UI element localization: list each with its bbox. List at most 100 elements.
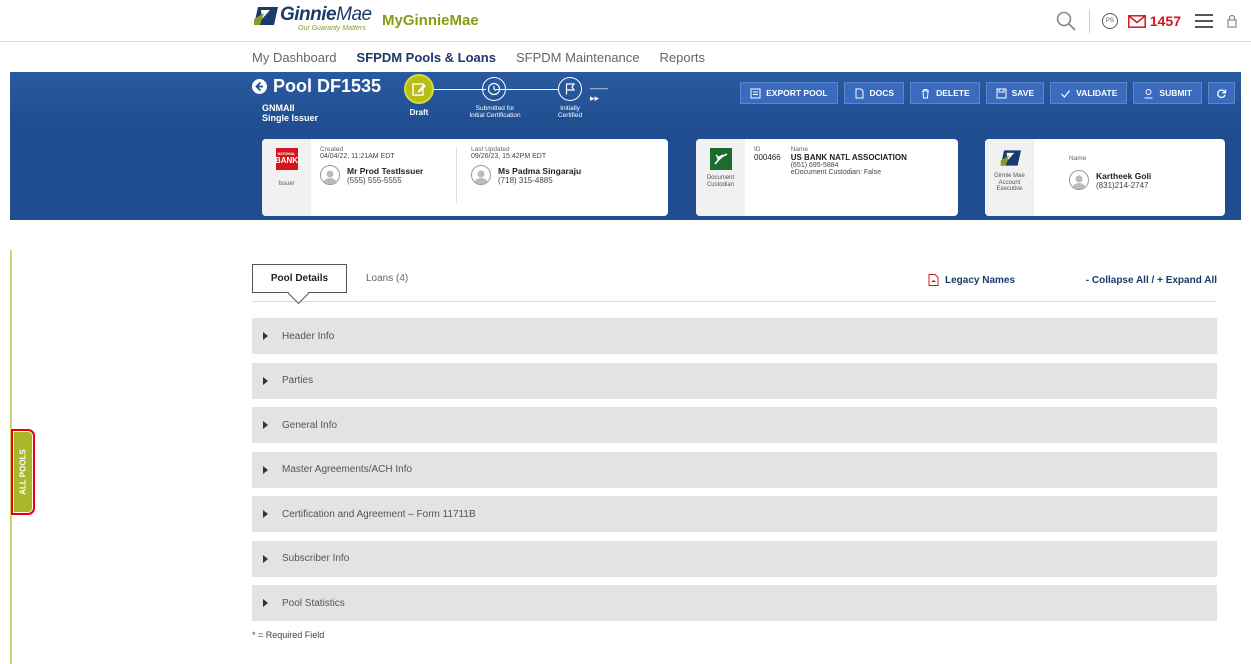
export-icon xyxy=(750,88,761,98)
issuer-logo-line2: BANK xyxy=(274,155,299,165)
issuer-logo: NATIONAL BANK xyxy=(274,148,299,170)
caret-right-icon xyxy=(263,465,268,474)
back-arrow-icon[interactable] xyxy=(252,79,267,94)
caret-right-icon xyxy=(263,376,268,385)
tab-pool-details[interactable]: Pool Details xyxy=(252,264,347,293)
step-draft xyxy=(404,74,434,104)
section-header-info[interactable]: Header Info xyxy=(252,318,1217,354)
mail-icon[interactable] xyxy=(1127,14,1146,28)
tab-loans[interactable]: Loans (4) xyxy=(366,264,408,293)
section-certification-agreement[interactable]: Certification and Agreement – Form 11711… xyxy=(252,496,1217,532)
caret-right-icon xyxy=(263,554,268,563)
nav-reports[interactable]: Reports xyxy=(660,50,706,65)
main-nav: My Dashboard SFPDM Pools & Loans SFPDM M… xyxy=(252,50,705,65)
pool-title-text: Pool DF1535 xyxy=(273,76,382,96)
pool-issuer-type: Single Issuer xyxy=(262,113,319,123)
left-rail xyxy=(10,250,12,664)
ginnie-mae-logo[interactable]: GinnieMae Our Guaranty Matters xyxy=(252,5,372,32)
delete-button[interactable]: DELETE xyxy=(910,82,980,104)
logo-name-bold: Ginnie xyxy=(280,4,337,25)
trash-icon xyxy=(922,88,930,98)
account-exec-name-label: Name xyxy=(1069,155,1087,162)
legacy-names-link[interactable]: Legacy Names xyxy=(928,274,1015,286)
submit-icon xyxy=(1144,88,1153,98)
updated-by-phone: (718) 315-4885 xyxy=(498,175,553,185)
clock-icon xyxy=(487,82,501,96)
custodian-side-label: Document Custodian xyxy=(706,175,735,188)
section-parties[interactable]: Parties xyxy=(252,362,1217,399)
mail-count-badge[interactable]: 1457 xyxy=(1150,13,1181,29)
logo-tagline: Our Guaranty Matters xyxy=(298,25,366,32)
user-avatar-icon xyxy=(320,165,340,185)
pool-type: GNMAII xyxy=(262,103,295,113)
pdf-icon xyxy=(928,274,939,286)
pool-title: Pool DF1535 xyxy=(252,76,381,97)
card-divider xyxy=(456,147,457,203)
header-divider xyxy=(1088,9,1090,33)
created-by-phone: (555) 555-5555 xyxy=(347,175,402,185)
export-pool-button[interactable]: EXPORT POOL xyxy=(740,82,838,104)
nav-sfpdm-maintenance[interactable]: SFPDM Maintenance xyxy=(516,50,640,65)
custodian-id: 000466 xyxy=(754,153,781,162)
updated-label: Last Updated xyxy=(471,146,510,153)
stepper-forward-icon: ——▸▸ xyxy=(590,83,608,103)
nav-sfpdm-pools-loans[interactable]: SFPDM Pools & Loans xyxy=(357,50,496,65)
stepper-connector xyxy=(430,89,486,90)
status-stepper: Draft Submitted for Initial Certificatio… xyxy=(402,74,612,121)
created-label: Created xyxy=(320,146,344,153)
save-icon xyxy=(996,88,1007,98)
custodian-edoc-status: eDocument Custodian: False xyxy=(790,169,881,176)
hamburger-menu-icon[interactable] xyxy=(1195,14,1213,28)
section-pool-statistics[interactable]: Pool Statistics xyxy=(252,585,1217,621)
caret-right-icon xyxy=(263,599,268,607)
account-executive-card: Ginnie Mae Account Executive Name Karthe… xyxy=(985,139,1225,216)
top-header: GinnieMae Our Guaranty Matters MyGinnieM… xyxy=(0,0,1251,42)
document-custodian-card: Document Custodian ID 000466 Name US BAN… xyxy=(696,139,958,216)
pool-detail-sections: Header Info Parties General Info Master … xyxy=(252,318,1217,630)
save-button[interactable]: SAVE xyxy=(985,82,1045,104)
custodian-id-label: ID xyxy=(754,146,761,153)
step-certified xyxy=(558,77,582,101)
lock-icon[interactable] xyxy=(1227,14,1237,28)
updated-date: 09/26/23, 15:42PM EDT xyxy=(471,153,547,160)
docs-button[interactable]: DOCS xyxy=(843,82,905,104)
user-avatar[interactable]: PS xyxy=(1101,13,1118,29)
created-by-name: Mr Prod TestIssuer xyxy=(347,165,424,176)
flag-icon xyxy=(565,83,576,95)
custodian-name: US BANK NATL ASSOCIATION xyxy=(790,153,907,162)
submit-button[interactable]: SUBMIT xyxy=(1133,82,1202,104)
account-exec-phone: (831)214-2747 xyxy=(1096,180,1149,190)
section-subscriber-info[interactable]: Subscriber Info xyxy=(252,540,1217,577)
custodian-phone: (651) 695-5884 xyxy=(790,162,839,169)
user-avatar-icon xyxy=(1069,170,1089,190)
created-date: 04/04/22, 11:21AM EDT xyxy=(320,153,395,160)
caret-right-icon xyxy=(263,421,268,429)
step-label-certified: Initially Certified xyxy=(557,105,583,120)
app-name[interactable]: MyGinnieMae xyxy=(382,12,479,29)
custodian-logo-icon xyxy=(709,148,732,170)
section-general-info[interactable]: General Info xyxy=(252,407,1217,443)
step-submitted xyxy=(482,77,506,101)
step-label-draft: Draft xyxy=(409,108,429,117)
refresh-button[interactable] xyxy=(1208,82,1235,104)
all-pools-tab[interactable]: ALL POOLS xyxy=(11,429,35,515)
issuer-label: Issuer xyxy=(278,181,295,187)
search-icon[interactable] xyxy=(1055,10,1077,32)
nav-my-dashboard[interactable]: My Dashboard xyxy=(252,50,337,65)
section-master-agreements[interactable]: Master Agreements/ACH Info xyxy=(252,451,1217,488)
document-icon xyxy=(855,88,864,98)
logo-name-light: Mae xyxy=(336,4,372,25)
validate-button[interactable]: VALIDATE xyxy=(1050,82,1128,104)
user-avatar-icon xyxy=(471,165,491,185)
edit-icon xyxy=(412,83,426,96)
all-pools-label: ALL POOLS xyxy=(18,449,28,495)
caret-right-icon xyxy=(263,332,268,340)
collapse-expand-all-link[interactable]: - Collapse All / + Expand All xyxy=(1086,275,1217,286)
updated-by-name: Ms Padma Singaraju xyxy=(498,165,582,176)
account-exec-name: Kartheek Goli xyxy=(1096,170,1152,181)
ginnie-mae-logo-icon xyxy=(1000,150,1021,166)
issuer-card: NATIONAL BANK Issuer Created 04/04/22, 1… xyxy=(262,139,668,216)
caret-right-icon xyxy=(263,510,268,518)
required-field-note: * = Required Field xyxy=(252,630,325,640)
refresh-icon xyxy=(1217,88,1227,98)
